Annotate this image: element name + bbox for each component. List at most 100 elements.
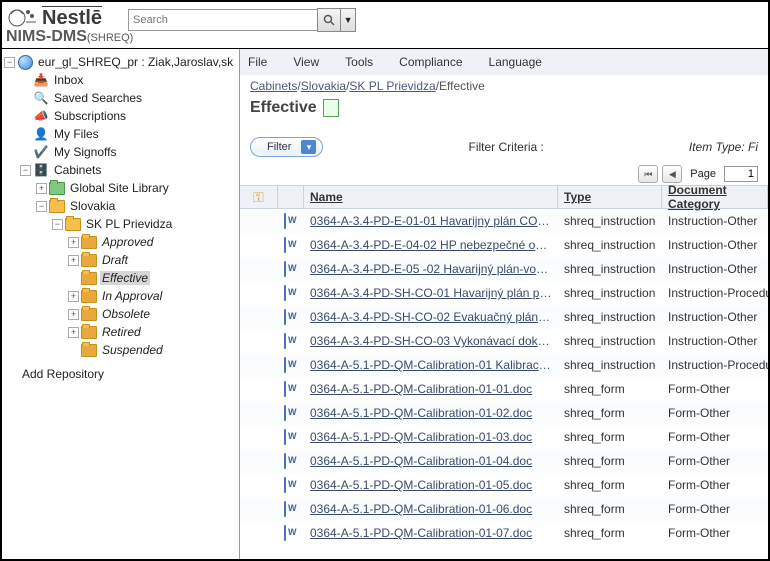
col-name[interactable]: Name [304, 186, 558, 208]
menu-compliance[interactable]: Compliance [399, 55, 462, 69]
word-doc-icon [284, 261, 286, 277]
tree-retired[interactable]: +Retired [4, 323, 237, 341]
doc-name-link[interactable]: 0364-A-5.1-PD-QM-Calibration-01-05.doc [304, 478, 558, 492]
pager-prev[interactable]: ◀ [662, 165, 682, 183]
doc-name-link[interactable]: 0364-A-3.4-PD-E-05 -02 Havarijný plán-vo… [304, 262, 558, 276]
folder-icon [81, 254, 97, 267]
search-dropdown[interactable]: ▼ [340, 8, 356, 32]
table-row[interactable]: 0364-A-3.4-PD-E-01-01 Havarijny plán CO.… [240, 209, 768, 233]
tree-approved[interactable]: +Approved [4, 233, 237, 251]
doc-name-link[interactable]: 0364-A-5.1-PD-QM-Calibration-01-06.doc [304, 502, 558, 516]
doc-category: Form-Other [662, 478, 768, 492]
add-repository-link[interactable]: Add Repository [4, 365, 237, 383]
doc-type: shreq_form [558, 454, 662, 468]
doc-category: Form-Other [662, 526, 768, 540]
doc-name-link[interactable]: 0364-A-5.1-PD-QM-Calibration-01-04.doc [304, 454, 558, 468]
tree-saved-searches[interactable]: 🔍Saved Searches [4, 89, 237, 107]
app-name: NIMS-DMS(SHREQ) [6, 28, 133, 46]
tree-my-signoffs[interactable]: ✔️My Signoffs [4, 143, 237, 161]
breadcrumb-cabinets[interactable]: Cabinets [250, 79, 297, 93]
doc-name-link[interactable]: 0364-A-3.4-PD-SH-CO-03 Vykonávací dokume… [304, 334, 558, 348]
tree-effective[interactable]: Effective [4, 269, 237, 287]
word-doc-icon [284, 405, 286, 421]
search-icon: 🔍 [33, 91, 49, 105]
doc-type: shreq_form [558, 430, 662, 444]
tree-suspended[interactable]: Suspended [4, 341, 237, 359]
tree-cabinets[interactable]: −🗄️Cabinets [4, 161, 237, 179]
doc-name-link[interactable]: 0364-A-3.4-PD-E-01-01 Havarijny plán CO.… [304, 214, 558, 228]
doc-category: Instruction-Other [662, 262, 768, 276]
doc-category: Instruction-Other [662, 334, 768, 348]
doc-type: shreq_form [558, 406, 662, 420]
doc-name-link[interactable]: 0364-A-5.1-PD-QM-Calibration-01-03.doc [304, 430, 558, 444]
table-row[interactable]: 0364-A-5.1-PD-QM-Calibration-01-04.docsh… [240, 449, 768, 473]
doc-type: shreq_instruction [558, 214, 662, 228]
menu-view[interactable]: View [293, 55, 319, 69]
col-category[interactable]: Document Category [662, 186, 768, 208]
col-type[interactable]: Type [558, 186, 662, 208]
table-row[interactable]: 0364-A-5.1-PD-QM-Calibration-01-01.docsh… [240, 377, 768, 401]
word-doc-icon [284, 285, 286, 301]
pager-first[interactable]: ⏮ [638, 165, 658, 183]
tree-obsolete[interactable]: +Obsolete [4, 305, 237, 323]
breadcrumb-skpl[interactable]: SK PL Prievidza [349, 79, 435, 93]
folder-icon [81, 236, 97, 249]
word-doc-icon [284, 453, 286, 469]
doc-category: Form-Other [662, 454, 768, 468]
doc-name-link[interactable]: 0364-A-5.1-PD-QM-Calibration-01-02.doc [304, 406, 558, 420]
table-row[interactable]: 0364-A-3.4-PD-SH-CO-02 Evakuačný plán.do… [240, 305, 768, 329]
page-icon [323, 99, 339, 117]
menu-file[interactable]: File [248, 55, 267, 69]
my-files-icon: 👤 [33, 127, 49, 141]
tree-sk-pl-prievidza[interactable]: −SK PL Prievidza [4, 215, 237, 233]
table-row[interactable]: 0364-A-3.4-PD-E-04-02 HP nebezpečné odpa… [240, 233, 768, 257]
search-button[interactable] [317, 8, 341, 32]
breadcrumb-slovakia[interactable]: Slovakia [301, 79, 346, 93]
doc-name-link[interactable]: 0364-A-5.1-PD-QM-Calibration-01-01.doc [304, 382, 558, 396]
table-row[interactable]: 0364-A-5.1-PD-QM-Calibration-01-07.docsh… [240, 521, 768, 545]
doc-category: Form-Other [662, 430, 768, 444]
table-row[interactable]: 0364-A-5.1-PD-QM-Calibration-01-02.docsh… [240, 401, 768, 425]
folder-icon [65, 218, 81, 231]
folder-icon [81, 344, 97, 357]
item-type-label: Item Type: Fi [689, 140, 758, 154]
tree-root[interactable]: −eur_gl_SHREQ_pr : Ziak,Jaroslav,sk [4, 53, 237, 71]
table-row[interactable]: 0364-A-5.1-PD-QM-Calibration-01-05.docsh… [240, 473, 768, 497]
menu-tools[interactable]: Tools [345, 55, 373, 69]
tree-my-files[interactable]: 👤My Files [4, 125, 237, 143]
doc-name-link[interactable]: 0364-A-3.4-PD-SH-CO-02 Evakuačný plán.do… [304, 310, 558, 324]
table-row[interactable]: 0364-A-3.4-PD-E-05 -02 Havarijný plán-vo… [240, 257, 768, 281]
subscriptions-icon: 📣 [33, 109, 49, 123]
signoffs-icon: ✔️ [33, 145, 49, 159]
tree-draft[interactable]: +Draft [4, 251, 237, 269]
search-input[interactable] [128, 9, 318, 31]
folder-icon [49, 200, 65, 213]
word-doc-icon [284, 525, 286, 541]
tree-in-approval[interactable]: +In Approval [4, 287, 237, 305]
table-row[interactable]: 0364-A-5.1-PD-QM-Calibration-01-06.docsh… [240, 497, 768, 521]
table-row[interactable]: 0364-A-5.1-PD-QM-Calibration-01 Kalibrac… [240, 353, 768, 377]
doc-category: Instruction-Other [662, 214, 768, 228]
doc-type: shreq_instruction [558, 286, 662, 300]
doc-type: shreq_instruction [558, 310, 662, 324]
doc-name-link[interactable]: 0364-A-3.4-PD-E-04-02 HP nebezpečné odpa… [304, 238, 558, 252]
tree-inbox[interactable]: 📥Inbox [4, 71, 237, 89]
tree-global-site-library[interactable]: +Global Site Library [4, 179, 237, 197]
page-title: Effective [240, 97, 768, 125]
menu-language[interactable]: Language [489, 55, 542, 69]
doc-name-link[interactable]: 0364-A-5.1-PD-QM-Calibration-01 Kalibrac… [304, 358, 558, 372]
folder-icon [81, 308, 97, 321]
tree-subscriptions[interactable]: 📣Subscriptions [4, 107, 237, 125]
table-row[interactable]: 0364-A-3.4-PD-SH-CO-03 Vykonávací dokume… [240, 329, 768, 353]
cabinet-icon: 🗄️ [33, 163, 49, 177]
pager-input[interactable] [724, 166, 758, 182]
tree-slovakia[interactable]: −Slovakia [4, 197, 237, 215]
doc-name-link[interactable]: 0364-A-3.4-PD-SH-CO-01 Havarijný plán pr… [304, 286, 558, 300]
folder-icon [81, 290, 97, 303]
table-row[interactable]: 0364-A-3.4-PD-SH-CO-01 Havarijný plán pr… [240, 281, 768, 305]
table-row[interactable]: 0364-A-5.1-PD-QM-Calibration-01-03.docsh… [240, 425, 768, 449]
doc-type: shreq_form [558, 382, 662, 396]
doc-name-link[interactable]: 0364-A-5.1-PD-QM-Calibration-01-07.doc [304, 526, 558, 540]
filter-button[interactable]: Filter▾ [250, 137, 323, 157]
word-doc-icon [284, 309, 286, 325]
